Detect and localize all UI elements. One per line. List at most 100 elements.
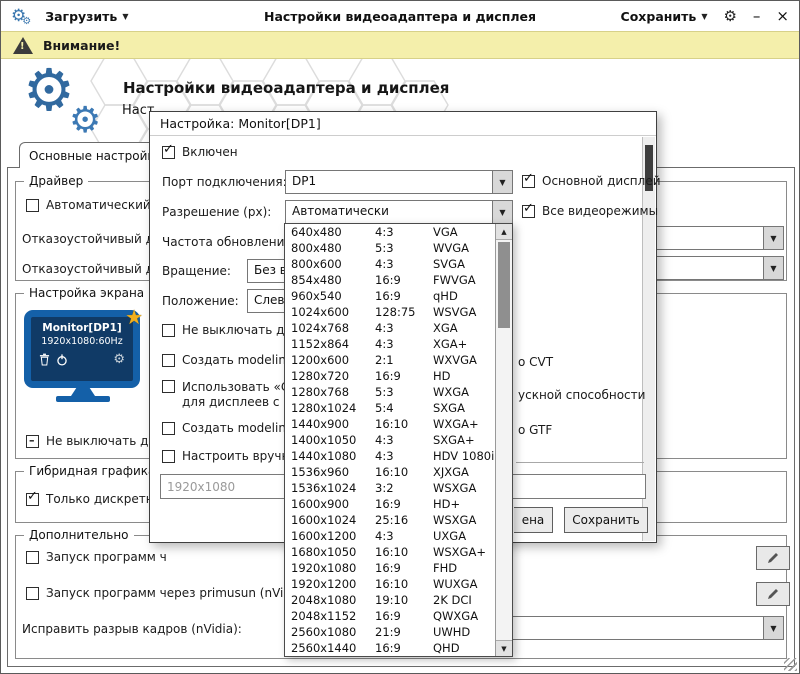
edit-run-primus-button[interactable]: [756, 582, 790, 606]
discrete-only-label: Только дискретн: [46, 492, 154, 506]
settings-gear-icon[interactable]: ⚙: [723, 7, 736, 25]
failover-driver-label-1: Отказоустойчивый др: [22, 232, 162, 246]
resolution-option[interactable]: 1600x900 16:9 HD+: [285, 496, 495, 512]
chevron-down-icon: ▼: [122, 12, 128, 21]
resolution-option[interactable]: 854x480 16:9 FWVGA: [285, 272, 495, 288]
resolution-option[interactable]: 1536x1024 3:2 WSXGA: [285, 480, 495, 496]
scroll-down-icon[interactable]: ▼: [496, 640, 512, 656]
resolution-label: Разрешение (px):: [162, 205, 271, 219]
resolution-option[interactable]: 1280x720 16:9 HD: [285, 368, 495, 384]
dialog-titlebar: Настройка: Monitor[DP1]: [150, 112, 656, 136]
resolution-list-rows: 640x480 4:3 VGA 800x480 5:3 WVGA 800x600…: [285, 224, 495, 656]
warning-icon: !: [13, 37, 33, 54]
resolution-option[interactable]: 2560x1080 21:9 UWHD: [285, 624, 495, 640]
run-primus-label: Запуск программ через primusun (nVidia):: [46, 586, 310, 600]
modeline-gtf-label-right: о GTF: [518, 423, 552, 437]
monitor-mode: 1920x1080:60Hz: [41, 336, 122, 347]
warning-banner: ! Внимание!: [1, 31, 799, 59]
use-cvt-rb-label-line2: для дисплеев с вы: [182, 395, 300, 410]
dialog-keep-on-checkbox[interactable]: [162, 324, 175, 337]
monitor-widget[interactable]: ★ Monitor[DP1] 1920x1080:60Hz ⚙: [24, 310, 142, 402]
combo-arrow-icon[interactable]: ▼: [763, 227, 783, 249]
resolution-option[interactable]: 1152x864 4:3 XGA+: [285, 336, 495, 352]
group-driver-legend: Драйвер: [24, 174, 88, 188]
enabled-checkbox[interactable]: ✓: [162, 146, 175, 159]
resolution-option[interactable]: 800x600 4:3 SVGA: [285, 256, 495, 272]
resolution-option[interactable]: 1440x900 16:10 WXGA+: [285, 416, 495, 432]
screen-keep-on-checkbox[interactable]: –: [26, 435, 39, 448]
resolution-option[interactable]: 1920x1200 16:10 WUXGA: [285, 576, 495, 592]
resolution-option[interactable]: 1440x1080 4:3 HDV 1080i: [285, 448, 495, 464]
power-icon[interactable]: [56, 354, 68, 366]
primary-display-checkbox[interactable]: ✓: [522, 175, 535, 188]
manual-mode-checkbox[interactable]: [162, 450, 175, 463]
resolution-option[interactable]: 1200x600 2:1 WXVGA: [285, 352, 495, 368]
resolution-option[interactable]: 1920x1080 16:9 FHD: [285, 560, 495, 576]
combo-arrow-icon[interactable]: ▼: [763, 257, 783, 279]
list-scrollbar[interactable]: ▲ ▼: [495, 224, 512, 656]
resolution-option[interactable]: 2048x1152 16:9 QWXGA: [285, 608, 495, 624]
combo-arrow-icon[interactable]: ▼: [492, 171, 512, 193]
resolution-select[interactable]: Автоматически ▼: [285, 200, 513, 224]
group-hybrid-legend: Гибридная графика: [24, 464, 160, 478]
monitor-gear-icon[interactable]: ⚙: [113, 353, 125, 366]
app-logo-gears-icon: ⚙⚙: [23, 61, 75, 119]
pencil-icon: [766, 551, 780, 565]
group-screen-legend: Настройка экрана: [24, 286, 149, 300]
combo-arrow-icon[interactable]: ▼: [492, 201, 512, 223]
position-label: Положение:: [162, 294, 239, 308]
resolution-option[interactable]: 800x480 5:3 WVGA: [285, 240, 495, 256]
auto-driver-checkbox[interactable]: [26, 199, 39, 212]
resolution-option[interactable]: 1536x960 16:10 XJXGA: [285, 464, 495, 480]
port-select[interactable]: DP1 ▼: [285, 170, 513, 194]
resize-grip[interactable]: [784, 658, 797, 671]
chevron-down-icon: ▼: [701, 12, 707, 21]
auto-driver-label: Автоматический в: [46, 198, 162, 212]
monitor-preview: ★ Monitor[DP1] 1920x1080:60Hz ⚙: [24, 310, 140, 388]
app-gears-icon: ⚙⚙: [11, 8, 35, 25]
minimize-button[interactable]: –: [753, 9, 761, 24]
resolution-option[interactable]: 1600x1024 25:16 WSXGA: [285, 512, 495, 528]
all-modes-checkbox[interactable]: ✓: [522, 205, 535, 218]
resolution-option[interactable]: 1280x1024 5:4 SXGA: [285, 400, 495, 416]
resolution-option[interactable]: 1680x1050 16:10 WSXGA+: [285, 544, 495, 560]
list-scrollbar-thumb[interactable]: [498, 242, 510, 328]
load-button[interactable]: Загрузить ▼: [45, 9, 128, 24]
scroll-up-icon[interactable]: ▲: [496, 224, 512, 240]
edit-run-programs-button[interactable]: [756, 546, 790, 570]
save-menu-button[interactable]: Сохранить ▼: [621, 9, 708, 24]
modeline-cvt-checkbox[interactable]: [162, 354, 175, 367]
combo-arrow-icon[interactable]: ▼: [763, 617, 783, 639]
discrete-only-checkbox[interactable]: ✓: [26, 493, 39, 506]
resolution-option[interactable]: 960x540 16:9 qHD: [285, 288, 495, 304]
enabled-label: Включен: [182, 145, 238, 159]
port-label: Порт подключения:: [162, 175, 287, 189]
resolution-option[interactable]: 1600x1200 4:3 UXGA: [285, 528, 495, 544]
resolution-option[interactable]: 2560x1440 16:9 QHD: [285, 640, 495, 656]
titlebar: ⚙⚙ Загрузить ▼ Настройки видеоадаптера и…: [1, 1, 799, 31]
close-button[interactable]: ×: [776, 9, 789, 24]
pencil-icon: [766, 587, 780, 601]
resolution-option[interactable]: 640x480 4:3 VGA: [285, 224, 495, 240]
load-button-label: Загрузить: [45, 9, 117, 24]
use-cvt-rb-checkbox[interactable]: [162, 380, 175, 393]
screen-keep-on-label: Не выключать ди: [46, 434, 156, 448]
resolution-option[interactable]: 1280x768 5:3 WXGA: [285, 384, 495, 400]
list-scrollbar-track[interactable]: [496, 240, 512, 640]
run-primus-checkbox[interactable]: [26, 587, 39, 600]
resolution-option[interactable]: 1400x1050 4:3 SXGA+: [285, 432, 495, 448]
trash-icon[interactable]: [39, 353, 50, 366]
primary-display-label: Основной дисплей: [542, 174, 661, 188]
app-window: ⚙⚙ Загрузить ▼ Настройки видеоадаптера и…: [0, 0, 800, 674]
dialog-separator: [516, 462, 644, 463]
save-menu-label: Сохранить: [621, 9, 697, 24]
cancel-button[interactable]: ена: [514, 507, 553, 533]
modeline-cvt-label: Создать modeline: [182, 353, 293, 367]
save-button[interactable]: Сохранить: [564, 507, 648, 533]
modeline-gtf-checkbox[interactable]: [162, 422, 175, 435]
resolution-option[interactable]: 2048x1080 19:10 2K DCI: [285, 592, 495, 608]
resolution-option[interactable]: 1024x768 4:3 XGA: [285, 320, 495, 336]
run-programs-checkbox[interactable]: [26, 551, 39, 564]
resolution-option[interactable]: 1024x600 128:75 WSVGA: [285, 304, 495, 320]
resolution-dropdown-list: 640x480 4:3 VGA 800x480 5:3 WVGA 800x600…: [284, 223, 513, 657]
